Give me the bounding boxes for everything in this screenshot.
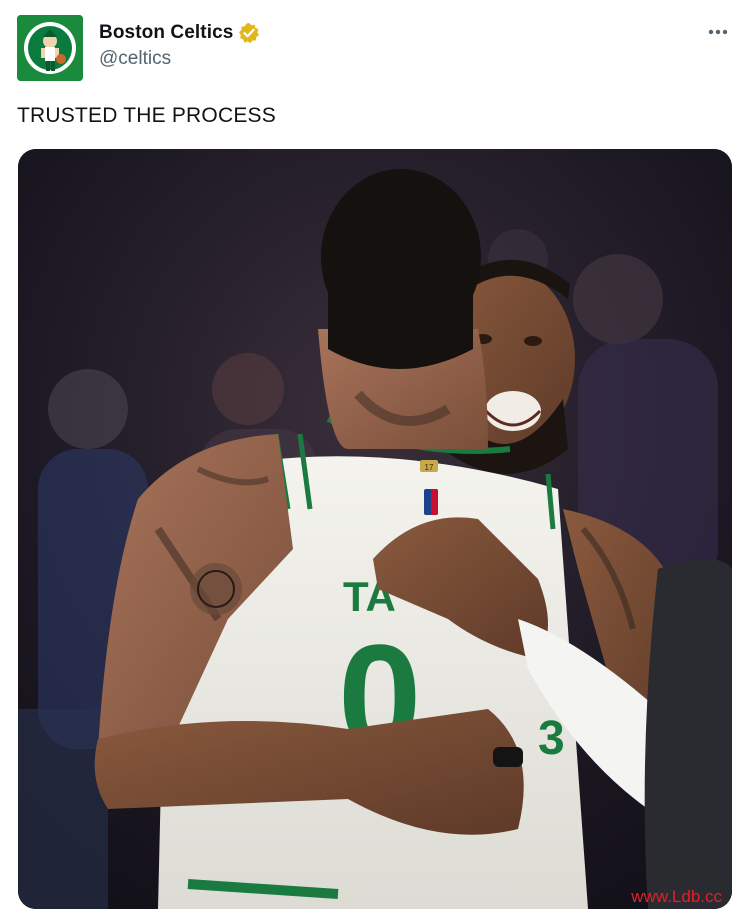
author-display-name[interactable]: Boston Celtics — [99, 22, 233, 44]
more-dots-icon — [708, 29, 728, 35]
celtics-logo-icon — [17, 15, 83, 81]
watermark-chinese-text: 零点吧 — [649, 861, 722, 886]
author-block: Boston Celtics @celtics — [99, 20, 260, 70]
tweet-text: TRUSTED THE PROCESS — [17, 104, 276, 127]
avatar[interactable] — [17, 15, 83, 81]
author-handle[interactable]: @celtics — [99, 48, 260, 70]
author-name-row: Boston Celtics — [99, 20, 260, 46]
photo-hug-illustration: 17 TA 0 3 — [18, 149, 732, 909]
verified-badge-icon — [238, 22, 260, 44]
watermark: 零点吧 www.Ldb.cc — [631, 855, 722, 907]
collar-tag-text: 17 — [425, 463, 434, 472]
tweet-photo[interactable]: 17 TA 0 3 零点吧 www.Ldb.cc — [18, 149, 732, 909]
tweet-card: Boston Celtics @celtics TRUSTED THE PROC… — [0, 0, 750, 909]
more-options-button[interactable] — [706, 22, 730, 42]
watermark-url-text: www.Ldb.cc — [631, 887, 722, 906]
